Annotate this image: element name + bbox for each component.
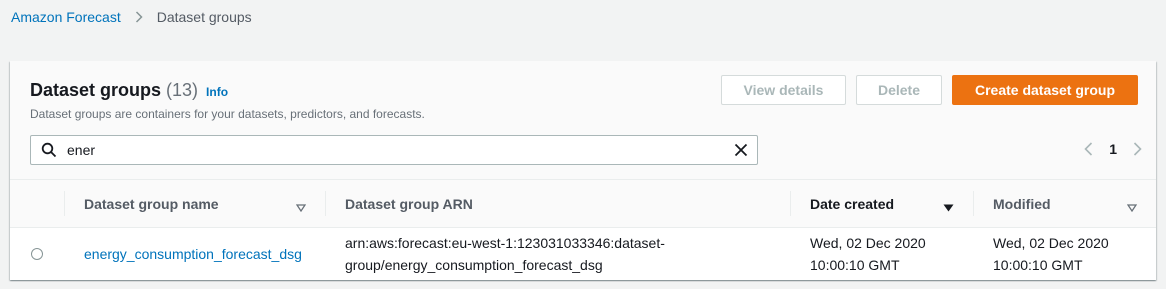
panel-description: Dataset groups are containers for your d… (30, 107, 425, 121)
search-input[interactable] (67, 140, 707, 160)
view-details-button[interactable]: View details (721, 75, 846, 105)
dataset-group-count: (13) (166, 80, 199, 100)
table-row[interactable]: energy_consumption_forecast_dsg arn:aws:… (10, 228, 1156, 280)
table-header: Dataset group name Dataset group ARN Dat… (10, 179, 1156, 228)
column-header-dataset-group-arn[interactable]: Dataset group ARN (325, 180, 790, 227)
dataset-groups-panel: Dataset groups (13) Info Dataset groups … (10, 61, 1156, 280)
delete-button[interactable]: Delete (856, 75, 942, 105)
breadcrumb: Amazon Forecast Dataset groups (11, 9, 252, 25)
info-link[interactable]: Info (206, 85, 228, 99)
chevron-right-icon[interactable] (1133, 142, 1142, 156)
caret-down-icon[interactable] (295, 199, 307, 217)
date-created-day: Wed, 02 Dec 2020 (810, 235, 926, 251)
search-icon (41, 142, 57, 163)
panel-title: Dataset groups (13) Info (30, 80, 228, 101)
column-header-dataset-group-name[interactable]: Dataset group name (64, 180, 325, 227)
page-title: Dataset groups (30, 80, 162, 100)
chevron-right-icon (135, 11, 143, 23)
caret-down-icon[interactable] (943, 199, 954, 217)
modified-day: Wed, 02 Dec 2020 (993, 235, 1109, 251)
search-field (30, 135, 758, 165)
date-created: Wed, 02 Dec 2020 10:00:10 GMT (810, 232, 926, 276)
dataset-group-arn: arn:aws:forecast:eu-west-1:123031033346:… (345, 232, 665, 276)
chevron-left-icon[interactable] (1084, 142, 1093, 156)
create-dataset-group-button[interactable]: Create dataset group (952, 75, 1138, 105)
pagination: 1 (1084, 141, 1142, 157)
modified: Wed, 02 Dec 2020 10:00:10 GMT (993, 232, 1109, 276)
page-number-1[interactable]: 1 (1109, 141, 1117, 157)
row-select-radio[interactable] (31, 248, 43, 260)
caret-down-icon[interactable] (1126, 199, 1138, 217)
date-created-time: 10:00:10 GMT (810, 257, 900, 273)
breadcrumb-amazon-forecast-link[interactable]: Amazon Forecast (11, 9, 121, 25)
dataset-group-name-link[interactable]: energy_consumption_forecast_dsg (84, 243, 302, 265)
arn-line-1: arn:aws:forecast:eu-west-1:123031033346:… (345, 235, 665, 251)
breadcrumb-current: Dataset groups (156, 9, 252, 25)
modified-time: 10:00:10 GMT (993, 257, 1083, 273)
arn-line-2: group/energy_consumption_forecast_dsg (345, 257, 603, 273)
close-icon[interactable] (733, 142, 749, 163)
